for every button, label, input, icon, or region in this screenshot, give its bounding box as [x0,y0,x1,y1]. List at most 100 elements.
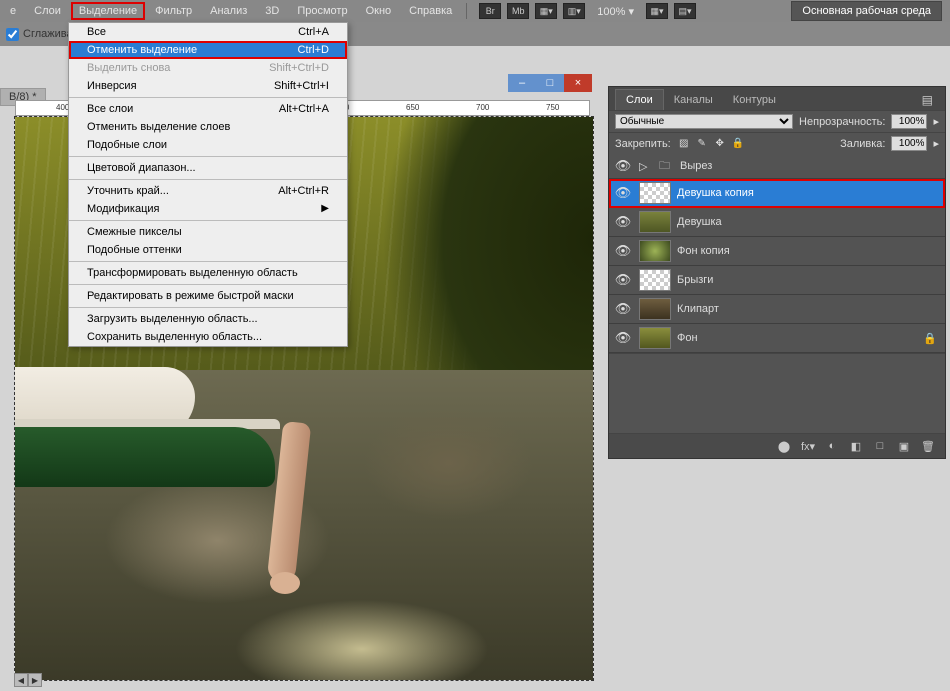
layer-row[interactable]: 👁 Брызги [609,266,945,295]
panel-footer: ⬤ fx▾ ◐ ◧ □ ▣ 🗑 [609,433,945,458]
fill-field[interactable] [891,136,927,151]
tab-channels[interactable]: Каналы [664,90,723,110]
menu-item-трансформировать-выделенную-область[interactable]: Трансформировать выделенную область [69,264,347,282]
visibility-eye-icon[interactable]: 👁 [613,183,633,203]
layer-thumbnail[interactable] [639,298,671,320]
layer-name[interactable]: Клипарт [677,303,941,315]
layer-row[interactable]: 👁 Девушка [609,208,945,237]
minimize-button[interactable]: – [508,74,536,92]
menu-bar: е Слои Выделение Фильтр Анализ 3D Просмо… [0,0,950,22]
menu-filter[interactable]: Фильтр [147,2,200,20]
layer-thumbnail[interactable] [639,211,671,233]
link-icon[interactable]: ⬤ [775,438,793,454]
opacity-chevron-icon[interactable]: ▸ [933,115,939,128]
mask-icon[interactable]: ◐ [823,438,841,454]
blend-mode-select[interactable]: Обычные [615,114,793,129]
menu-edit-partial[interactable]: е [2,2,24,20]
visibility-eye-icon[interactable]: 👁 [613,270,633,290]
layer-row[interactable]: 👁 ▷ 🗀 Вырез [609,154,945,179]
scroll-right-button[interactable]: ▶ [28,673,42,687]
adjustment-icon[interactable]: ◧ [847,438,865,454]
fx-icon[interactable]: fx▾ [799,438,817,454]
menu-help[interactable]: Справка [401,2,460,20]
layer-thumbnail[interactable] [639,327,671,349]
antialias-label: Сглажива [23,28,73,40]
menu-item-модификация[interactable]: Модификация▶ [69,200,347,218]
app-bar-icons: Br Mb ▦▾ ▥▾ 100% ▾ ▦▾ ▤▾ [479,3,696,19]
document-window-controls: – □ × [508,74,592,92]
group-icon[interactable]: □ [871,438,889,454]
visibility-eye-icon[interactable]: 👁 [613,156,633,176]
minibridge-icon[interactable]: Mb [507,3,529,19]
menu-item-подобные-оттенки[interactable]: Подобные оттенки [69,241,347,259]
layer-thumbnail[interactable] [639,269,671,291]
menu-item-сохранить-выделенную-область-[interactable]: Сохранить выделенную область... [69,328,347,346]
workspace-switcher[interactable]: Основная рабочая среда [791,1,942,21]
layer-thumbnail[interactable] [639,240,671,262]
menu-item-отменить-выделение[interactable]: Отменить выделениеCtrl+D [69,41,347,59]
visibility-eye-icon[interactable]: 👁 [613,328,633,348]
scroll-left-button[interactable]: ◀ [14,673,28,687]
layer-row[interactable]: 👁 Фон 🔒 [609,324,945,353]
trash-icon[interactable]: 🗑 [919,438,937,454]
menu-item-инверсия[interactable]: ИнверсияShift+Ctrl+I [69,77,347,95]
layer-name[interactable]: Вырез [680,160,941,172]
layer-row[interactable]: 👁 Клипарт [609,295,945,324]
menu-item-загрузить-выделенную-область-[interactable]: Загрузить выделенную область... [69,310,347,328]
layer-name[interactable]: Фон копия [677,245,941,257]
zoom-level[interactable]: 100% ▾ [591,5,640,18]
menu-item-уточнить-край-[interactable]: Уточнить край...Alt+Ctrl+R [69,182,347,200]
arrange-docs-icon[interactable]: ▥▾ [563,3,585,19]
menu-item-смежные-пикселы[interactable]: Смежные пикселы [69,223,347,241]
group-triangle-icon[interactable]: ▷ [639,160,653,173]
lock-transparency-icon[interactable]: ▨ [677,137,691,151]
visibility-eye-icon[interactable]: 👁 [613,212,633,232]
fill-chevron-icon[interactable]: ▸ [933,137,939,150]
menu-window[interactable]: Окно [358,2,400,20]
lock-icon: 🔒 [923,332,937,345]
lock-pixels-icon[interactable]: ✎ [695,137,709,151]
menu-analysis[interactable]: Анализ [202,2,255,20]
layer-name[interactable]: Девушка копия [677,187,941,199]
lock-all-icon[interactable]: 🔒 [731,137,745,151]
antialias-checkbox[interactable] [6,28,19,41]
menu-item-цветовой-диапазон-[interactable]: Цветовой диапазон... [69,159,347,177]
folder-icon: 🗀 [659,157,670,176]
panel-menu-icon[interactable]: ▤ [916,93,939,107]
layer-name[interactable]: Девушка [677,216,941,228]
bridge-icon[interactable]: Br [479,3,501,19]
menu-item-все[interactable]: ВсеCtrl+A [69,23,347,41]
visibility-eye-icon[interactable]: 👁 [613,299,633,319]
opacity-field[interactable] [891,114,927,129]
menu-layers[interactable]: Слои [26,2,69,20]
layer-thumbnail[interactable] [639,182,671,204]
layer-name[interactable]: Брызги [677,274,941,286]
layer-row[interactable]: 👁 Девушка копия [609,179,945,208]
menu-item-отменить-выделение-слоев[interactable]: Отменить выделение слоев [69,118,347,136]
menu-view[interactable]: Просмотр [289,2,355,20]
screen-mode-icon[interactable]: ▦▾ [646,3,668,19]
extra-mode-icon[interactable]: ▤▾ [674,3,696,19]
layers-panel: Слои Каналы Контуры ▤ Обычные Непрозрачн… [608,86,946,459]
canvas-hand [270,572,300,594]
menu-item-подобные-слои[interactable]: Подобные слои [69,136,347,154]
close-button[interactable]: × [564,74,592,92]
menu-item-все-слои[interactable]: Все слоиAlt+Ctrl+A [69,100,347,118]
menu-selection[interactable]: Выделение [71,2,145,20]
view-extras-icon[interactable]: ▦▾ [535,3,557,19]
maximize-button[interactable]: □ [536,74,564,92]
layer-row[interactable]: 👁 Фон копия [609,237,945,266]
panel-empty-area [609,353,945,433]
tab-layers[interactable]: Слои [615,89,664,110]
layer-name[interactable]: Фон [677,332,917,344]
visibility-eye-icon[interactable]: 👁 [613,241,633,261]
lock-label: Закрепить: [615,138,671,150]
layers-list: 👁 ▷ 🗀 Вырез 👁 Девушка копия 👁 Девушка 👁 Фон копия… [609,154,945,353]
menu-3d[interactable]: 3D [257,2,287,20]
new-layer-icon[interactable]: ▣ [895,438,913,454]
lock-position-icon[interactable]: ✥ [713,137,727,151]
horizontal-scrollbar[interactable]: ◀ ▶ [14,673,594,687]
fill-label: Заливка: [840,138,885,150]
menu-item-редактировать-в-режиме-быстрой-маски[interactable]: Редактировать в режиме быстрой маски [69,287,347,305]
tab-paths[interactable]: Контуры [723,90,786,110]
